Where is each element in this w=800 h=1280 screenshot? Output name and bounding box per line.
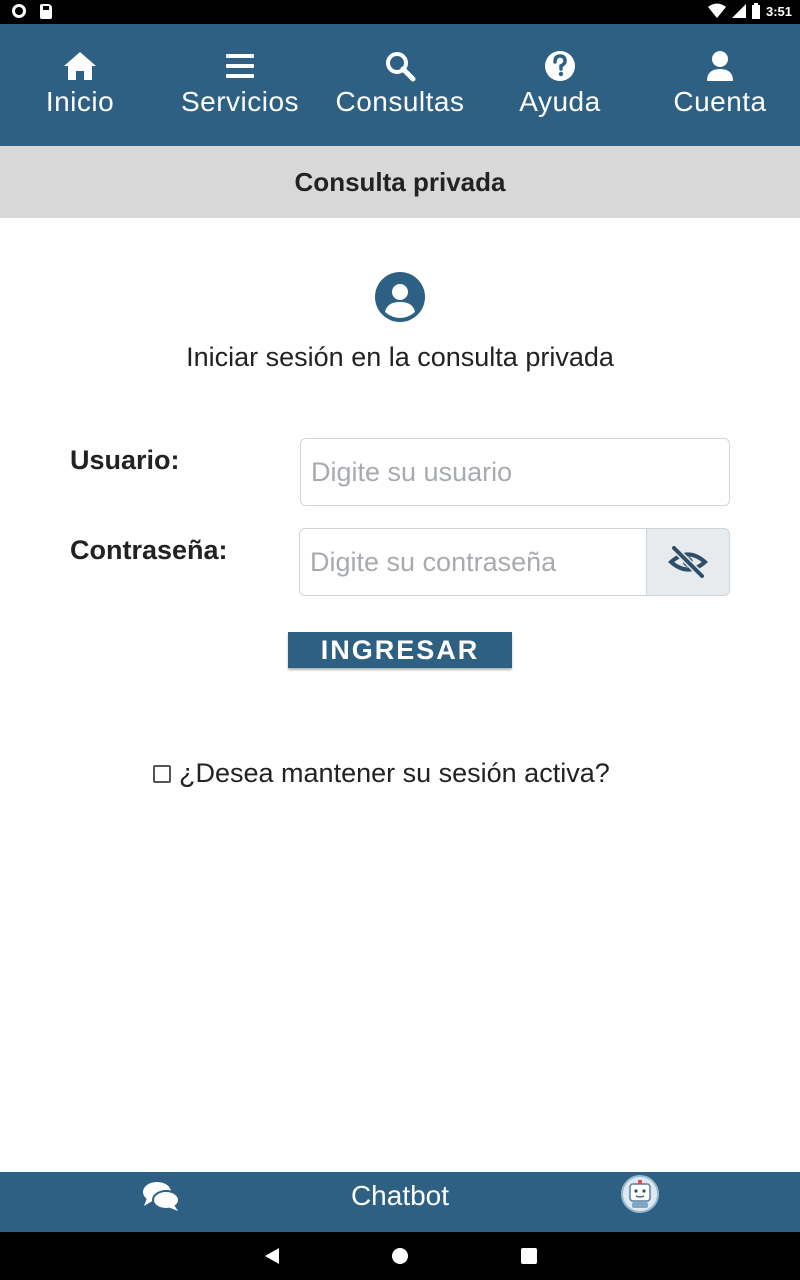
sd-card-icon (40, 4, 52, 19)
nav-item-consultas[interactable]: Consultas (320, 24, 480, 146)
top-nav: Inicio Servicios Consultas Ayuda Cuenta (0, 24, 800, 146)
page-title: Consulta privada (294, 166, 506, 197)
search-icon (386, 52, 416, 82)
signal-icon (731, 4, 746, 18)
nav-item-ayuda[interactable]: Ayuda (480, 24, 640, 146)
toggle-password-visibility-button[interactable] (646, 528, 730, 596)
home-circle-icon[interactable] (391, 1247, 409, 1265)
nav-item-cuenta[interactable]: Cuenta (640, 24, 800, 146)
recents-icon[interactable] (521, 1248, 537, 1264)
status-bar: 3:51 (0, 0, 800, 24)
back-icon[interactable] (263, 1246, 281, 1266)
nav-label: Cuenta (673, 86, 767, 117)
login-heading: Iniciar sesión en la consulta privada (186, 342, 614, 372)
bot-avatar[interactable] (621, 1175, 659, 1213)
home-icon (64, 52, 96, 80)
keep-session-label: ¿Desea mantener su sesión activa? (179, 758, 610, 788)
chatbot-bar[interactable]: Chatbot (0, 1172, 800, 1232)
nav-label: Ayuda (519, 86, 601, 117)
keep-session-checkbox[interactable] (153, 764, 171, 783)
user-circle-icon (375, 272, 425, 322)
app-screen: 3:51 Inicio Servicios Consultas Ayuda Cu… (0, 0, 800, 1280)
nav-item-servicios[interactable]: Servicios (160, 24, 320, 146)
password-label: Contraseña: (70, 535, 228, 565)
user-label: Usuario: (70, 445, 180, 475)
system-nav-bar (0, 1232, 800, 1280)
notification-circle-icon (12, 4, 26, 18)
chatbot-label: Chatbot (350, 1180, 450, 1211)
wifi-icon (707, 3, 726, 18)
nav-label: Inicio (45, 86, 115, 117)
nav-label: Consultas (335, 86, 465, 117)
keep-session-row: ¿Desea mantener su sesión activa? (153, 758, 610, 789)
nav-label: Servicios (180, 86, 300, 117)
menu-icon (226, 54, 254, 78)
robot-icon (629, 1180, 651, 1208)
page-title-band: Consulta privada (0, 146, 800, 218)
password-input[interactable] (299, 528, 647, 596)
help-icon (545, 51, 575, 81)
nav-item-inicio[interactable]: Inicio (0, 24, 160, 146)
status-time: 3:51 (765, 3, 792, 19)
eye-slash-icon (668, 545, 708, 579)
user-icon (707, 51, 733, 81)
battery-icon (751, 3, 760, 19)
submit-button[interactable]: INGRESAR (288, 632, 512, 668)
user-input[interactable] (300, 438, 730, 506)
